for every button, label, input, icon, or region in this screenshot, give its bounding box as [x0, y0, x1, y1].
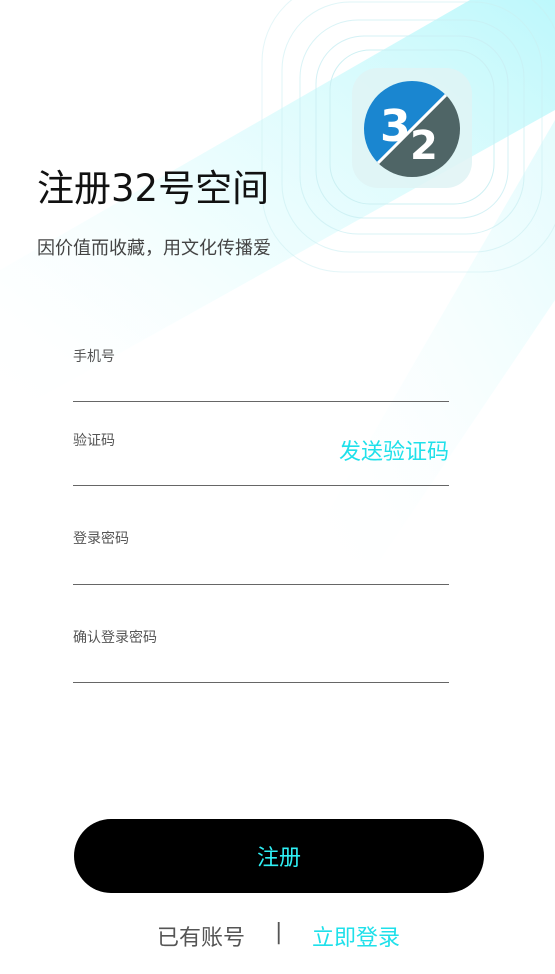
- password-input[interactable]: [73, 556, 323, 582]
- verification-code-field[interactable]: 验证码 发送验证码: [73, 424, 449, 486]
- confirm-password-label: 确认登录密码: [73, 630, 157, 646]
- verification-code-input[interactable]: [73, 457, 323, 483]
- password-field[interactable]: 登录密码: [73, 522, 449, 585]
- confirm-password-input[interactable]: [73, 654, 323, 680]
- password-label: 登录密码: [73, 531, 129, 547]
- login-prompt: 已有账号 | 立即登录: [0, 918, 555, 952]
- phone-label: 手机号: [73, 349, 115, 365]
- register-button[interactable]: 注册: [74, 819, 484, 893]
- 32-logo-icon: 3 2: [364, 81, 460, 177]
- logo-digit-two: 2: [410, 123, 438, 169]
- send-code-button[interactable]: 发送验证码: [339, 434, 449, 466]
- has-account-text: 已有账号: [157, 926, 246, 951]
- confirm-password-field[interactable]: 确认登录密码: [73, 621, 449, 683]
- page-title: 注册32号空间: [37, 167, 270, 210]
- footer-divider: |: [275, 920, 283, 945]
- phone-input[interactable]: [73, 373, 323, 399]
- verification-code-label: 验证码: [73, 433, 115, 449]
- login-link[interactable]: 立即登录: [312, 920, 400, 952]
- page-subtitle: 因价值而收藏，用文化传播爱: [37, 238, 271, 259]
- logo-digit-three: 3: [380, 101, 411, 152]
- phone-field[interactable]: 手机号: [73, 340, 449, 402]
